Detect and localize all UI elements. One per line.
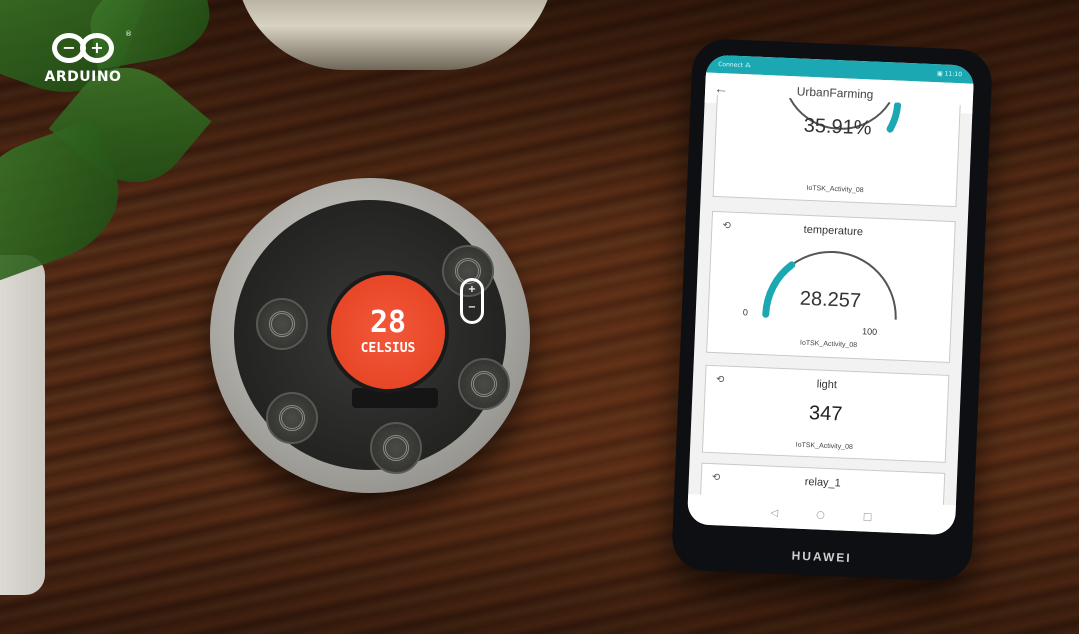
iot-device: 28 CELSIUS + −: [210, 178, 530, 493]
touch-pad[interactable]: [266, 392, 318, 444]
touch-pad[interactable]: [256, 298, 308, 350]
card-title: relay_1: [804, 476, 842, 490]
round-display: 28 CELSIUS: [331, 275, 445, 389]
history-icon[interactable]: ⟲: [712, 472, 721, 483]
plant-pot: [0, 255, 45, 595]
smartphone: Connect ⁂ ▣ 11:10 ← UrbanFarming 35.91% …: [670, 37, 994, 583]
light-card[interactable]: ⟲ light 347 IoTSK_Activity_08: [701, 364, 950, 463]
logo-text: ARDUINO: [44, 69, 122, 85]
card-device-label: IoTSK_Activity_08: [795, 441, 854, 451]
temperature-reading: 28: [369, 305, 407, 340]
back-nav-icon[interactable]: ◁: [770, 507, 778, 518]
temperature-card[interactable]: ⟲ temperature 28.257 0 100 IoTSK_Activit…: [706, 210, 956, 363]
circuit-board: 28 CELSIUS: [234, 200, 510, 474]
logo-plus-ring: +: [80, 33, 114, 63]
registered-mark: ®: [125, 30, 132, 38]
light-value: 347: [808, 402, 843, 426]
gauge-min: 0: [742, 307, 749, 318]
device-logo-icon: + −: [460, 278, 484, 324]
status-right: ▣ 11:10: [936, 69, 963, 78]
history-icon[interactable]: ⟲: [716, 374, 725, 385]
recents-nav-icon[interactable]: □: [863, 511, 873, 522]
card-device-label: IoTSK_Activity_08: [799, 339, 858, 350]
touch-pad[interactable]: [458, 358, 510, 410]
temperature-unit: CELSIUS: [360, 341, 416, 356]
camera-notch: [820, 44, 836, 59]
home-nav-icon[interactable]: ○: [816, 509, 825, 520]
humidity-card[interactable]: 35.91% IoTSK_Activity_08: [712, 94, 961, 208]
status-left: Connect ⁂: [718, 60, 752, 69]
card-title: light: [816, 378, 838, 392]
arduino-logo: − + ® ARDUINO: [38, 30, 132, 85]
gauge-max: 100: [861, 326, 878, 337]
phone-brand: HUAWEI: [791, 548, 852, 566]
phone-screen: Connect ⁂ ▣ 11:10 ← UrbanFarming 35.91% …: [686, 54, 975, 536]
touch-pad[interactable]: [370, 422, 422, 474]
ribbon-connector: [352, 388, 438, 408]
